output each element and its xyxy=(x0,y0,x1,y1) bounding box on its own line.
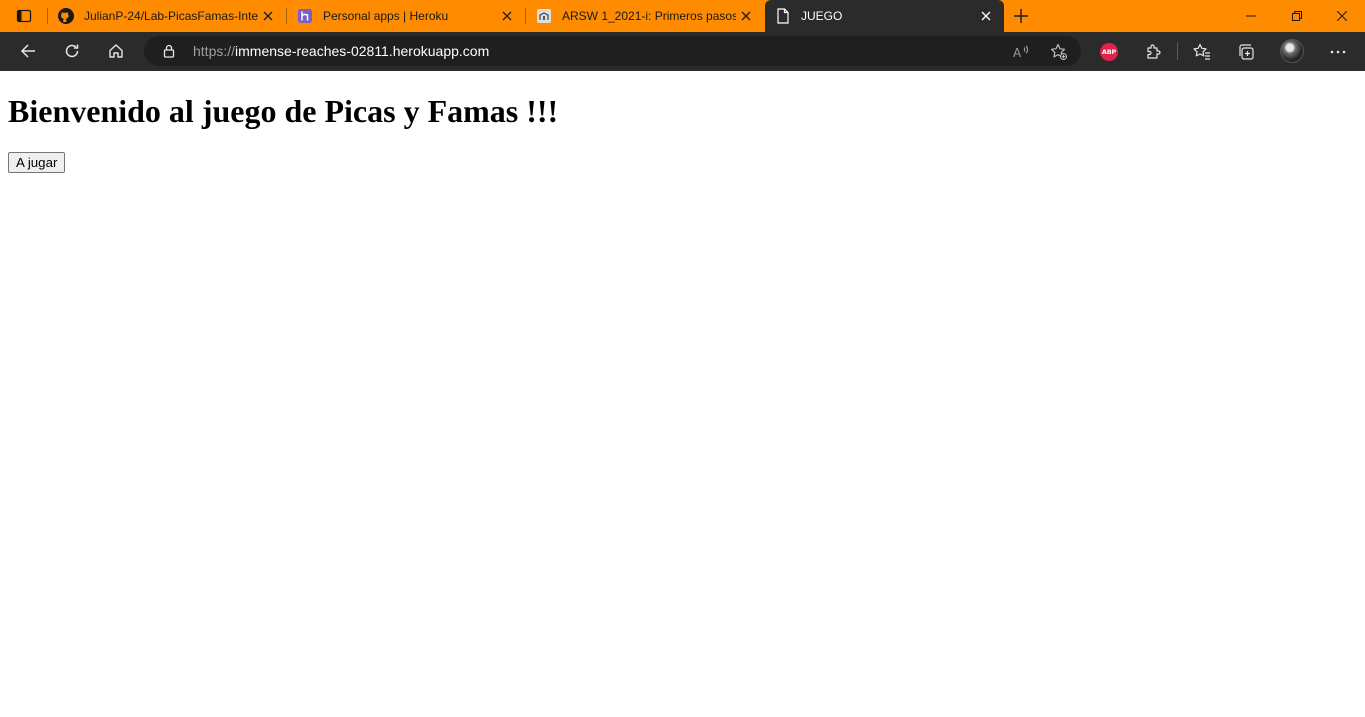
heroku-icon xyxy=(297,8,313,24)
home-icon[interactable] xyxy=(100,35,132,67)
url-scheme: https:// xyxy=(193,43,236,59)
close-tab-icon[interactable] xyxy=(736,6,756,26)
more-options-icon[interactable] xyxy=(1326,40,1350,64)
close-tab-icon[interactable] xyxy=(497,6,517,26)
refresh-icon[interactable] xyxy=(56,35,88,67)
close-tab-icon[interactable] xyxy=(258,6,278,26)
play-button[interactable]: A jugar xyxy=(8,152,66,173)
restore-icon[interactable] xyxy=(1274,0,1320,32)
page-icon xyxy=(775,8,791,24)
tab-strip: JulianP-24/Lab-PicasFamas-Inter Personal… xyxy=(0,0,1365,32)
adblock-plus-icon[interactable]: ABP xyxy=(1097,40,1121,64)
page-content: Bienvenido al juego de Picas y Famas !!!… xyxy=(0,71,1365,717)
favorites-icon[interactable] xyxy=(1190,40,1214,64)
page-heading: Bienvenido al juego de Picas y Famas !!! xyxy=(8,93,559,129)
collections-icon[interactable] xyxy=(1234,40,1258,64)
github-icon xyxy=(58,8,74,24)
toolbar-separator xyxy=(1177,42,1178,60)
tab-moodle[interactable]: ARSW 1_2021-i: Primeros pasos c xyxy=(526,0,764,32)
address-url[interactable]: https://immense-reaches-02811.herokuapp.… xyxy=(193,43,489,59)
tab-label: ARSW 1_2021-i: Primeros pasos c xyxy=(562,9,736,23)
tab-heroku[interactable]: Personal apps | Heroku xyxy=(287,0,525,32)
back-icon[interactable] xyxy=(12,35,44,67)
avatar xyxy=(1280,39,1304,63)
close-tab-icon[interactable] xyxy=(976,6,996,26)
tab-juego-active[interactable]: JUEGO xyxy=(765,0,1004,32)
tab-github[interactable]: JulianP-24/Lab-PicasFamas-Inter xyxy=(48,0,286,32)
lock-icon[interactable] xyxy=(161,43,177,59)
abp-badge: ABP xyxy=(1100,43,1118,61)
read-aloud-icon[interactable]: A xyxy=(1010,40,1034,64)
tab-actions-icon[interactable] xyxy=(8,4,40,28)
tab-label: Personal apps | Heroku xyxy=(323,9,449,23)
profile-avatar[interactable] xyxy=(1280,39,1304,63)
new-tab-icon[interactable] xyxy=(1008,4,1034,28)
extensions-icon[interactable] xyxy=(1141,40,1165,64)
add-favorite-icon[interactable] xyxy=(1047,40,1071,64)
moodle-icon xyxy=(536,8,552,24)
tab-label: JUEGO xyxy=(801,9,843,23)
svg-text:A: A xyxy=(1013,46,1022,60)
minimize-icon[interactable] xyxy=(1228,0,1274,32)
close-window-icon[interactable] xyxy=(1319,0,1365,32)
url-host: immense-reaches-02811.herokuapp.com xyxy=(235,43,490,59)
tab-label: JulianP-24/Lab-PicasFamas-Inter xyxy=(84,9,258,23)
